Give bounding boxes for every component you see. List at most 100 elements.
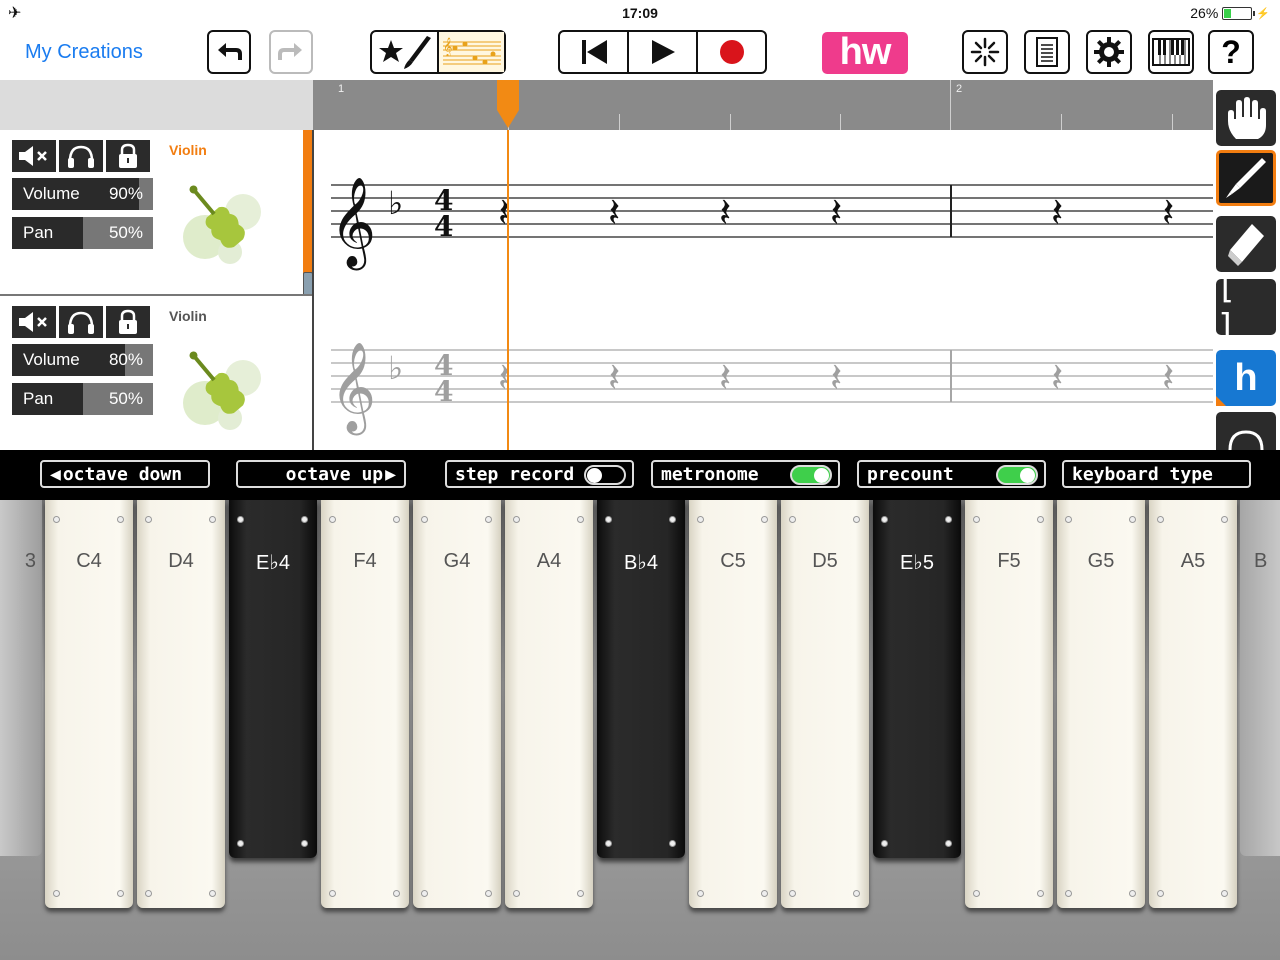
screw-icon [881, 516, 888, 523]
metronome-toggle[interactable]: metronome [651, 460, 840, 488]
lock-button[interactable] [106, 306, 150, 338]
bar-number-1: 1 [338, 83, 345, 95]
clock: 17:09 [622, 5, 658, 21]
metronome-switch[interactable] [790, 465, 832, 485]
headphones-icon [68, 311, 94, 334]
mute-button[interactable] [12, 140, 56, 172]
screw-icon [301, 840, 308, 847]
play-button[interactable] [629, 32, 698, 72]
ruler-tick [840, 114, 841, 130]
solo-button[interactable] [59, 140, 103, 172]
timeline-ruler[interactable]: 1 2 [313, 80, 1213, 130]
score-area[interactable]: 𝄞 ♭ 4 4 𝄽 𝄽 𝄽 𝄽 𝄽 𝄽 𝄞 ♭ 4 4 𝄽 𝄽 𝄽 𝄽 𝄽 𝄽 [314, 130, 1213, 450]
piano-key[interactable]: B♭4 [597, 500, 685, 858]
rewind-button[interactable] [560, 32, 629, 72]
settings-button[interactable] [1086, 30, 1132, 74]
volume-value: 90% [108, 184, 143, 203]
piano-key[interactable]: 3 [0, 500, 42, 856]
key-label: E♭4 [256, 552, 290, 574]
hand-icon [1228, 97, 1266, 139]
volume-value: 80% [108, 350, 143, 369]
favorites-button[interactable] [372, 32, 439, 72]
piano-key[interactable]: G4 [413, 500, 501, 908]
octave-down-button[interactable]: ◀ octave down [40, 460, 210, 488]
pen-tool-button[interactable] [1216, 150, 1276, 206]
octave-up-button[interactable]: octave up ▶ [236, 460, 406, 488]
volume-slider[interactable]: Volume 80% [12, 344, 153, 376]
record-button[interactable] [698, 32, 765, 72]
piano-key[interactable]: B [1240, 500, 1280, 856]
ruler-tick [1172, 114, 1173, 130]
screw-icon [513, 890, 520, 897]
screw-icon [605, 840, 612, 847]
h-tool-button[interactable]: h [1216, 350, 1276, 406]
pan-slider[interactable]: Pan 50% [12, 217, 153, 249]
key-label: F5 [997, 550, 1021, 572]
screw-icon [853, 890, 860, 897]
sheet-button[interactable] [1024, 30, 1070, 74]
eraser-tool-button[interactable] [1216, 216, 1276, 272]
circle-tool-button[interactable] [1216, 412, 1276, 450]
sheet-icon [1036, 37, 1058, 67]
piano-key[interactable]: A4 [505, 500, 593, 908]
piano-key[interactable]: F4 [321, 500, 409, 908]
charging-icon: ⚡ [1256, 7, 1270, 20]
piano-key[interactable]: D5 [781, 500, 869, 908]
star-brush-icon [378, 36, 431, 69]
keyboard-button[interactable] [1148, 30, 1194, 74]
undo-button[interactable] [207, 30, 251, 74]
sparkle-icon [970, 37, 1000, 67]
step-record-toggle[interactable]: step record [445, 460, 634, 488]
track-1[interactable]: Volume 90% Pan 50% Violin [0, 130, 313, 295]
key-label: B [1254, 550, 1268, 572]
key-label: C4 [76, 550, 102, 572]
screw-icon [577, 516, 584, 523]
effects-button[interactable] [962, 30, 1008, 74]
ruler-tick [730, 114, 731, 130]
hw-logo-button[interactable]: hw [822, 32, 908, 74]
flat-sign-icon: ♭ [388, 184, 403, 222]
precount-switch[interactable] [996, 465, 1038, 485]
hand-tool-button[interactable] [1216, 90, 1276, 146]
treble-clef-icon: 𝄞 [330, 177, 376, 271]
piano-key[interactable]: E♭5 [873, 500, 961, 858]
help-button[interactable]: ? [1208, 30, 1254, 74]
key-label: E♭5 [900, 552, 934, 574]
piano-key[interactable]: C5 [689, 500, 777, 908]
screw-icon [1037, 516, 1044, 523]
track-name: Violin [169, 142, 207, 158]
keyboard-type-button[interactable]: keyboard type [1062, 460, 1251, 488]
piano-key[interactable]: F5 [965, 500, 1053, 908]
redo-button[interactable] [269, 30, 313, 74]
pan-slider[interactable]: Pan 50% [12, 383, 153, 415]
volume-slider[interactable]: Volume 90% [12, 178, 153, 210]
play-icon [651, 40, 675, 64]
piano-key[interactable]: D4 [137, 500, 225, 908]
pan-label: Pan [23, 223, 54, 242]
selection-tool-button[interactable]: [ ] [1216, 267, 1276, 347]
mute-icon [19, 146, 47, 166]
mute-button[interactable] [12, 306, 56, 338]
my-creations-link[interactable]: My Creations [25, 41, 143, 64]
piano-key[interactable]: G5 [1057, 500, 1145, 908]
step-record-switch[interactable] [584, 465, 626, 485]
key-label: G5 [1087, 550, 1115, 572]
score-view-button[interactable]: 𝄞 [439, 32, 504, 72]
screw-icon [1065, 890, 1072, 897]
status-bar: ✈ 17:09 26% ⚡ [0, 0, 1280, 24]
screw-icon [973, 890, 980, 897]
piano-key[interactable]: C4 [45, 500, 133, 908]
playhead-handle[interactable] [495, 80, 521, 132]
track-2[interactable]: Volume 80% Pan 50% Violin [0, 296, 313, 461]
flat-sign-icon: ♭ [388, 349, 403, 387]
piano-key[interactable]: A5 [1149, 500, 1237, 908]
pan-value: 50% [108, 389, 143, 408]
piano-key[interactable]: E♭4 [229, 500, 317, 858]
battery-indicator: 26% ⚡ [1190, 5, 1270, 21]
precount-toggle[interactable]: precount [857, 460, 1046, 488]
triangle-right-icon: ▶ [385, 463, 396, 485]
lock-button[interactable] [106, 140, 150, 172]
keyboard-options-bar: ◀ octave down octave up ▶ step record me… [0, 450, 1280, 500]
battery-percent: 26% [1190, 5, 1219, 21]
solo-button[interactable] [59, 306, 103, 338]
